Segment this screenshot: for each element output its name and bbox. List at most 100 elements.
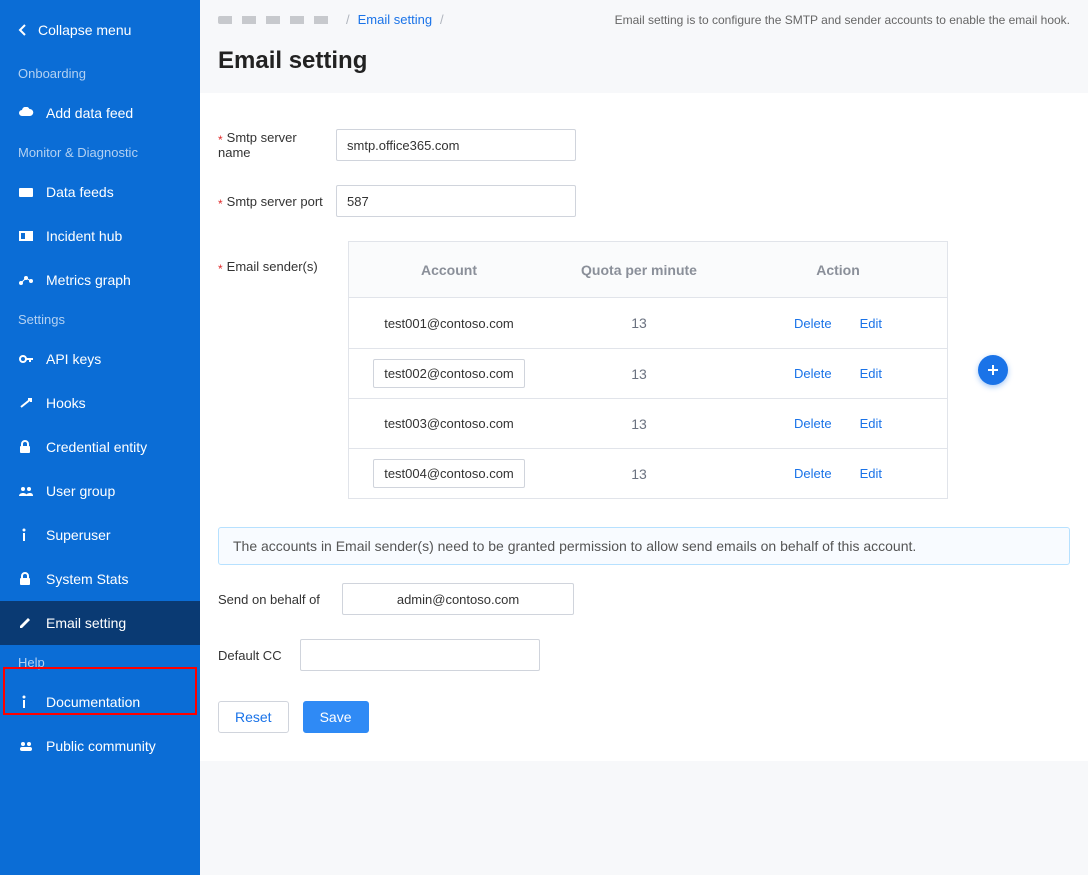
delete-link[interactable]: Delete <box>794 316 832 331</box>
smtp-name-row: *Smtp server name <box>200 117 1088 173</box>
behalf-input[interactable] <box>342 583 574 615</box>
breadcrumb-redacted <box>218 16 338 24</box>
sidebar-item-label: Metrics graph <box>46 272 131 288</box>
delete-link[interactable]: Delete <box>794 366 832 381</box>
table-row: test003@contoso.com 13 Delete Edit <box>349 398 947 448</box>
info-icon <box>18 695 34 709</box>
header-help-text: Email setting is to configure the SMTP a… <box>615 13 1070 27</box>
sidebar-item-user-group[interactable]: User group <box>0 469 200 513</box>
table-row: test004@contoso.com 13 Delete Edit <box>349 448 947 498</box>
chevron-left-icon <box>18 24 28 36</box>
sidebar-item-label: Email setting <box>46 615 126 631</box>
page-title: Email setting <box>200 37 1088 93</box>
behalf-row: Send on behalf of <box>200 571 1088 627</box>
edit-link[interactable]: Edit <box>860 416 882 431</box>
sidebar-item-label: Hooks <box>46 395 86 411</box>
col-header-account: Account <box>349 262 549 278</box>
cc-label: Default CC <box>218 648 288 663</box>
collapse-menu-label: Collapse menu <box>38 22 131 38</box>
community-icon <box>18 740 34 752</box>
edit-link[interactable]: Edit <box>860 316 882 331</box>
info-icon <box>18 528 34 542</box>
smtp-name-label: *Smtp server name <box>218 130 324 160</box>
account-cell: test002@contoso.com <box>373 359 525 388</box>
button-row: Reset Save <box>200 683 1088 733</box>
key-icon <box>18 353 34 365</box>
quota-cell: 13 <box>631 366 647 382</box>
sidebar-item-hooks[interactable]: Hooks <box>0 381 200 425</box>
breadcrumb-current[interactable]: Email setting <box>358 12 432 27</box>
smtp-port-row: *Smtp server port <box>200 173 1088 229</box>
behalf-label: Send on behalf of <box>218 592 330 607</box>
smtp-name-input[interactable] <box>336 129 576 161</box>
save-button[interactable]: Save <box>303 701 369 733</box>
senders-table: Account Quota per minute Action test001@… <box>348 241 948 499</box>
sidebar-item-label: Public community <box>46 738 156 754</box>
sidebar-item-data-feeds[interactable]: Data feeds <box>0 170 200 214</box>
senders-row: *Email sender(s) Account Quota per minut… <box>200 229 1088 511</box>
incident-icon <box>18 230 34 242</box>
sidebar-item-label: Incident hub <box>46 228 122 244</box>
quota-cell: 13 <box>631 466 647 482</box>
edit-link[interactable]: Edit <box>860 466 882 481</box>
sidebar-item-incident-hub[interactable]: Incident hub <box>0 214 200 258</box>
breadcrumb: / Email setting / <box>218 12 444 27</box>
sidebar-item-documentation[interactable]: Documentation <box>0 680 200 724</box>
sidebar-item-label: Superuser <box>46 527 111 543</box>
plus-icon <box>987 364 999 376</box>
edit-link[interactable]: Edit <box>860 366 882 381</box>
cc-row: Default CC <box>200 627 1088 683</box>
cc-input[interactable] <box>300 639 540 671</box>
sidebar-item-metrics-graph[interactable]: Metrics graph <box>0 258 200 302</box>
col-header-action: Action <box>729 262 947 278</box>
col-header-quota: Quota per minute <box>549 262 729 278</box>
senders-table-head: Account Quota per minute Action <box>349 242 947 298</box>
sidebar-section-settings: Settings <box>0 302 200 337</box>
collapse-menu-button[interactable]: Collapse menu <box>0 0 200 56</box>
account-cell: test003@contoso.com <box>374 410 524 437</box>
sidebar-item-add-data-feed[interactable]: Add data feed <box>0 91 200 135</box>
sidebar-item-label: Add data feed <box>46 105 133 121</box>
reset-button[interactable]: Reset <box>218 701 289 733</box>
topbar: / Email setting / Email setting is to co… <box>200 0 1088 37</box>
smtp-port-input[interactable] <box>336 185 576 217</box>
sidebar: Collapse menu Onboarding Add data feed M… <box>0 0 200 875</box>
sidebar-section-monitor: Monitor & Diagnostic <box>0 135 200 170</box>
quota-cell: 13 <box>631 315 647 331</box>
sidebar-item-public-community[interactable]: Public community <box>0 724 200 768</box>
delete-link[interactable]: Delete <box>794 416 832 431</box>
sidebar-item-email-setting[interactable]: Email setting <box>0 601 200 645</box>
account-cell: test001@contoso.com <box>374 310 524 337</box>
form-panel: *Smtp server name *Smtp server port *Ema… <box>200 93 1088 761</box>
pencil-icon <box>18 616 34 630</box>
sidebar-item-label: Data feeds <box>46 184 114 200</box>
sidebar-item-label: API keys <box>46 351 101 367</box>
senders-label: *Email sender(s) <box>218 241 324 274</box>
sidebar-section-onboarding: Onboarding <box>0 56 200 91</box>
sidebar-item-system-stats[interactable]: System Stats <box>0 557 200 601</box>
sidebar-item-credential-entity[interactable]: Credential entity <box>0 425 200 469</box>
breadcrumb-sep: / <box>346 12 350 27</box>
lock-icon <box>18 440 34 454</box>
folder-icon <box>18 186 34 198</box>
quota-cell: 13 <box>631 416 647 432</box>
sidebar-section-help: Help <box>0 645 200 680</box>
breadcrumb-sep: / <box>440 12 444 27</box>
delete-link[interactable]: Delete <box>794 466 832 481</box>
sidebar-item-label: User group <box>46 483 115 499</box>
cloud-upload-icon <box>18 107 34 119</box>
table-row: test001@contoso.com 13 Delete Edit <box>349 298 947 348</box>
sidebar-item-label: Documentation <box>46 694 140 710</box>
table-row: test002@contoso.com 13 Delete Edit <box>349 348 947 398</box>
smtp-port-label: *Smtp server port <box>218 194 324 209</box>
lock-icon <box>18 572 34 586</box>
senders-notice: The accounts in Email sender(s) need to … <box>218 527 1070 565</box>
users-icon <box>18 485 34 497</box>
hook-icon <box>18 397 34 409</box>
sidebar-item-superuser[interactable]: Superuser <box>0 513 200 557</box>
add-sender-button[interactable] <box>978 355 1008 385</box>
sidebar-item-api-keys[interactable]: API keys <box>0 337 200 381</box>
account-cell: test004@contoso.com <box>373 459 525 488</box>
graph-icon <box>18 274 34 286</box>
sidebar-item-label: Credential entity <box>46 439 147 455</box>
